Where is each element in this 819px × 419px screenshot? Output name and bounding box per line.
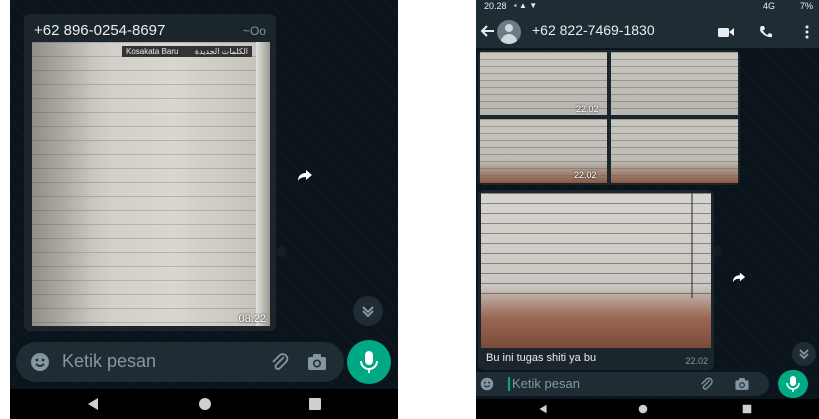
left-image-message[interactable]: +62 896-0254-8697 ~Oo Kosakata Baru الكل… xyxy=(24,14,276,331)
video-call-icon[interactable] xyxy=(717,25,735,39)
right-android-nav-bar xyxy=(476,399,819,419)
grid-timestamp-1: 22.02 xyxy=(576,104,599,114)
chat-header: +62 822-7469-1830 xyxy=(476,14,819,48)
image-caption-message[interactable]: Bu ini tugas shiti ya bu 22.02 xyxy=(478,190,714,370)
left-message-input-bar[interactable]: Ketik pesan xyxy=(16,342,344,382)
right-phone-screen: 20.28 ▪ ▲ ▼ 4G 7% +62 822-7469-1830 22.0… xyxy=(476,0,819,419)
contact-phone[interactable]: +62 822-7469-1830 xyxy=(532,22,655,38)
right-input-placeholder: Ketik pesan xyxy=(512,376,580,391)
status-signal: 4G xyxy=(762,1,775,11)
forward-icon[interactable] xyxy=(297,167,313,183)
status-bar: 20.28 ▪ ▲ ▼ 4G 7% xyxy=(476,0,819,14)
mic-icon xyxy=(360,351,378,373)
book-header-arabic: الكلمات الجديدة xyxy=(194,47,248,56)
grid-photo-4 xyxy=(611,119,738,183)
right-message-input-bar[interactable]: Ketik pesan xyxy=(476,372,769,396)
nav-back-icon-right[interactable] xyxy=(538,404,548,414)
grid-photo-2 xyxy=(611,52,738,115)
emoji-icon-right[interactable] xyxy=(480,377,494,391)
caption-text: Bu ini tugas shiti ya bu xyxy=(486,352,597,364)
left-phone-screen: +62 896-0254-8697 ~Oo Kosakata Baru الكل… xyxy=(10,0,398,419)
left-mic-button[interactable] xyxy=(347,340,391,384)
left-input-placeholder: Ketik pesan xyxy=(62,351,157,371)
homework-photo xyxy=(481,193,711,348)
left-android-nav-bar xyxy=(10,389,398,419)
book-header-bar: Kosakata Baru الكلمات الجديدة xyxy=(122,46,252,57)
attach-icon[interactable] xyxy=(268,351,290,373)
status-icons: ▪ ▲ ▼ xyxy=(514,1,538,10)
status-time: 20.28 xyxy=(484,1,507,11)
emoji-icon[interactable] xyxy=(30,352,50,372)
nav-recents-icon[interactable] xyxy=(308,397,322,411)
mic-icon-right xyxy=(786,376,800,392)
left-sender-phone: +62 896-0254-8697 xyxy=(34,22,166,39)
book-header-latin: Kosakata Baru xyxy=(126,47,179,56)
back-arrow-icon[interactable] xyxy=(480,23,496,39)
voice-call-icon[interactable] xyxy=(758,24,774,40)
image-grid-message[interactable]: 22.02 22.02 xyxy=(478,50,740,185)
nav-recents-icon-right[interactable] xyxy=(742,404,752,414)
caption-time: 22.02 xyxy=(685,356,708,366)
contact-avatar[interactable] xyxy=(497,20,521,44)
nav-home-icon-right[interactable] xyxy=(638,404,648,414)
book-page-photo: Kosakata Baru الكلمات الجديدة xyxy=(32,42,270,326)
double-chevron-down-icon xyxy=(362,306,374,318)
camera-icon-right[interactable] xyxy=(734,376,750,392)
nav-back-icon[interactable] xyxy=(86,397,100,411)
forward-icon-right[interactable] xyxy=(732,270,746,284)
left-sender-status: ~Oo xyxy=(242,24,266,38)
scroll-down-button-right[interactable] xyxy=(792,342,816,366)
text-cursor xyxy=(508,377,510,391)
camera-icon[interactable] xyxy=(306,351,328,373)
attach-icon-right[interactable] xyxy=(698,376,714,392)
double-chevron-down-icon-right xyxy=(799,349,809,360)
status-battery: 7% xyxy=(799,1,813,11)
more-options-icon[interactable] xyxy=(804,24,810,40)
scroll-down-button[interactable] xyxy=(353,296,383,326)
right-mic-button[interactable] xyxy=(778,370,808,398)
nav-home-icon[interactable] xyxy=(198,397,212,411)
left-image-timestamp: 08.22 xyxy=(238,313,266,325)
grid-timestamp-2: 22.02 xyxy=(574,170,597,180)
